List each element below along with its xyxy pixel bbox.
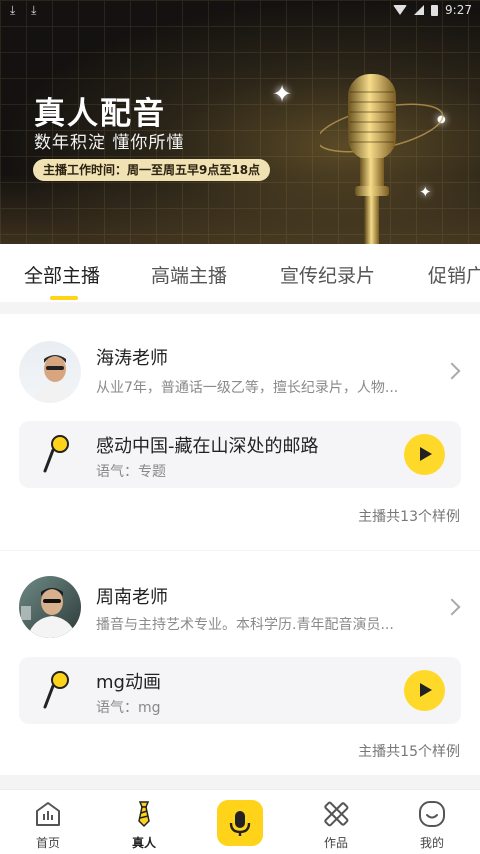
avatar[interactable] <box>19 576 81 638</box>
nav-mine[interactable]: 我的 <box>384 790 480 854</box>
tab-active-indicator <box>50 296 78 300</box>
tab-premium-hosts[interactable]: 高端主播 <box>151 261 227 288</box>
avatar[interactable] <box>19 341 81 403</box>
sample-count-link[interactable]: 主播共15个样例 <box>358 741 460 761</box>
tab-promotion[interactable]: 促销广 <box>428 261 480 288</box>
banner-title: 真人配音 <box>34 96 166 132</box>
nav-home[interactable]: 首页 <box>0 790 96 854</box>
sample-title: 感动中国-藏在山深处的邮路 <box>96 436 319 457</box>
host-card: 周南老师 播音与主持艺术专业。本科学历.青年配音演员... mg动画 语气：mg… <box>0 551 480 775</box>
wifi-icon <box>393 5 408 15</box>
sparkle-icon: ✦ <box>272 80 293 108</box>
microphone-icon <box>229 811 251 836</box>
nav-home-label: 首页 <box>35 836 60 850</box>
play-button[interactable] <box>404 434 445 475</box>
promo-banner[interactable]: ⤓ ⤓ 9:27 真人配音 数年积淀 懂你所懂 主播工作时间：周一至周五早9点至… <box>0 0 480 244</box>
nav-works-label: 作品 <box>323 836 348 850</box>
smiley-face-icon <box>419 801 445 827</box>
host-card: 海涛老师 从业7年，普通话一级乙等，擅长纪录片，人物... 感动中国-藏在山深处… <box>0 314 480 550</box>
category-tabs: 全部主播 高端主播 宣传纪录片 促销广 <box>0 244 480 302</box>
nav-works[interactable]: 作品 <box>288 790 384 854</box>
nav-mine-label: 我的 <box>419 836 444 850</box>
download-icons: ⤓ ⤓ <box>10 3 43 17</box>
play-button[interactable] <box>404 670 445 711</box>
nav-hosts-label: 真人 <box>131 836 156 850</box>
host-description: 从业7年，普通话一级乙等，擅长纪录片，人物... <box>96 380 399 396</box>
microphone-icon <box>43 435 69 473</box>
home-chart-icon <box>36 802 60 826</box>
status-time: 9:27 <box>445 3 472 17</box>
battery-icon <box>431 4 439 16</box>
sample-item[interactable]: 感动中国-藏在山深处的邮路 语气：专题 <box>19 421 461 488</box>
sample-count-link[interactable]: 主播共13个样例 <box>358 506 460 526</box>
banner-hours-badge: 主播工作时间：周一至周五早9点至18点 <box>33 159 271 181</box>
sample-item[interactable]: mg动画 语气：mg <box>19 657 461 724</box>
chevron-right-icon[interactable] <box>443 362 461 380</box>
sample-tone: 语气：专题 <box>96 464 166 480</box>
bottom-nav: 首页 真人 作品 我的 <box>0 789 480 854</box>
sample-tone: 语气：mg <box>96 700 161 716</box>
microphone-illustration-icon <box>320 74 444 244</box>
record-button[interactable] <box>217 800 263 846</box>
microphone-icon <box>43 671 69 709</box>
host-description: 播音与主持艺术专业。本科学历.青年配音演员... <box>96 617 394 633</box>
sample-title: mg动画 <box>96 672 161 693</box>
app-page: ⤓ ⤓ 9:27 真人配音 数年积淀 懂你所懂 主播工作时间：周一至周五早9点至… <box>0 0 480 854</box>
chevron-right-icon[interactable] <box>443 598 461 616</box>
pencil-ruler-icon <box>324 801 349 827</box>
tab-all-hosts[interactable]: 全部主播 <box>24 261 100 288</box>
status-bar: ⤓ ⤓ 9:27 <box>0 0 480 24</box>
host-name[interactable]: 海涛老师 <box>96 344 168 370</box>
host-name[interactable]: 周南老师 <box>96 583 168 609</box>
signal-icon <box>414 5 425 15</box>
nav-hosts[interactable]: 真人 <box>96 790 192 854</box>
avatar-portrait-icon <box>21 588 77 638</box>
banner-subtitle: 数年积淀 懂你所懂 <box>34 133 185 153</box>
tab-documentary[interactable]: 宣传纪录片 <box>280 261 375 288</box>
avatar-portrait-icon <box>31 355 79 403</box>
tie-icon <box>138 801 150 827</box>
